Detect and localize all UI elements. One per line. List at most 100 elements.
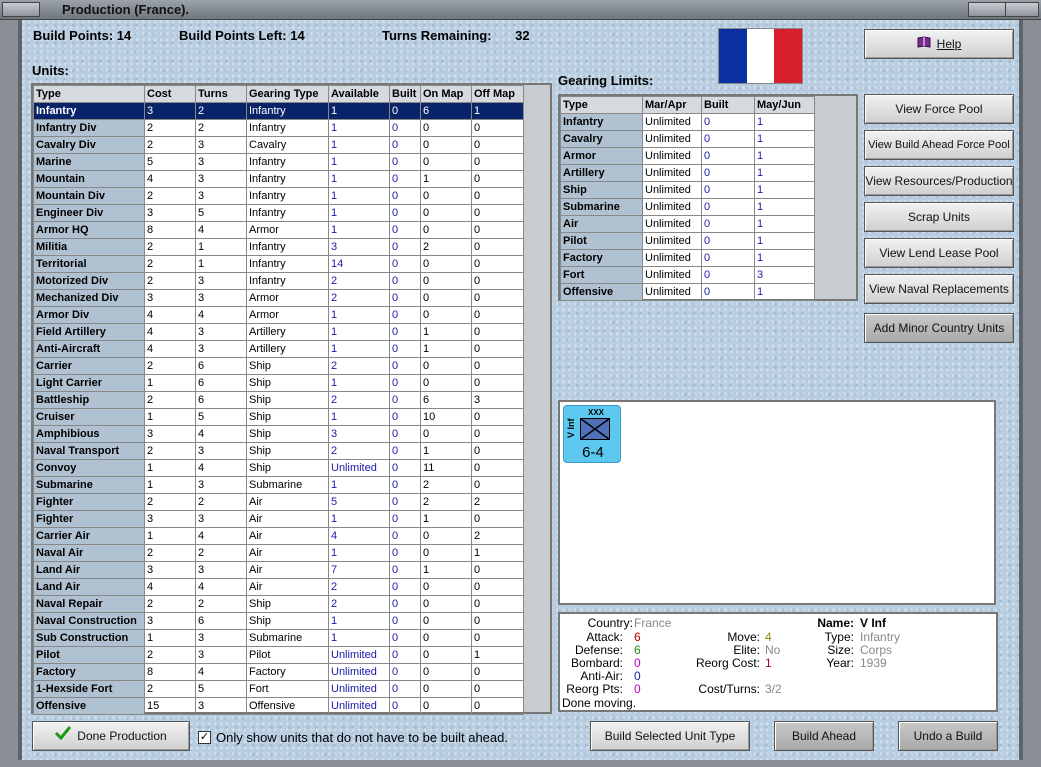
only-show-checkbox[interactable]: ✓ xyxy=(198,731,211,744)
undo-a-build-button[interactable]: Undo a Build xyxy=(898,721,998,751)
unit-row[interactable]: Factory 8 4 Factory Unlimited 0 0 0 xyxy=(33,663,524,681)
unit-cell: 0 xyxy=(389,306,421,324)
units-column-header[interactable]: Off Map xyxy=(471,85,524,103)
unit-cell: 2 xyxy=(144,238,196,256)
unit-row[interactable]: Naval Repair 2 2 Ship 2 0 0 0 xyxy=(33,595,524,613)
build-selected-unit-type-button[interactable]: Build Selected Unit Type xyxy=(590,721,750,751)
units-table-scrollbar[interactable] xyxy=(523,85,550,712)
unit-row[interactable]: Sub Construction 1 3 Submarine 1 0 0 0 xyxy=(33,629,524,647)
unit-row[interactable]: Cruiser 1 5 Ship 1 0 10 0 xyxy=(33,408,524,426)
units-column-header[interactable]: Available xyxy=(328,85,390,103)
unit-row[interactable]: Motorized Div 2 3 Infantry 2 0 0 0 xyxy=(33,272,524,290)
unit-cell: Infantry xyxy=(246,204,329,222)
unit-cell: 0 xyxy=(471,408,524,426)
minimize-button[interactable] xyxy=(968,2,1006,17)
gearing-cell: Pilot xyxy=(560,232,643,250)
unit-cell: 0 xyxy=(471,289,524,307)
unit-cell: 2 xyxy=(195,544,247,562)
unit-row[interactable]: Light Carrier 1 6 Ship 1 0 0 0 xyxy=(33,374,524,392)
unit-cell: 1 xyxy=(328,119,390,137)
unit-cell: 3 xyxy=(195,289,247,307)
view-force-pool-button[interactable]: View Force Pool xyxy=(864,94,1014,124)
unit-row[interactable]: Land Air 4 4 Air 2 0 0 0 xyxy=(33,578,524,596)
unit-row[interactable]: Anti-Aircraft 4 3 Artillery 1 0 1 0 xyxy=(33,340,524,358)
unit-row[interactable]: Territorial 2 1 Infantry 14 0 0 0 xyxy=(33,255,524,273)
units-column-header[interactable]: Built xyxy=(389,85,421,103)
unit-row[interactable]: Pilot 2 3 Pilot Unlimited 0 0 1 xyxy=(33,646,524,664)
unit-cell: Pilot xyxy=(246,646,329,664)
unit-row[interactable]: Amphibious 3 4 Ship 3 0 0 0 xyxy=(33,425,524,443)
unit-counter-values: 6-4 xyxy=(582,444,604,461)
unit-cell: Infantry xyxy=(246,255,329,273)
unit-row[interactable]: Armor HQ 8 4 Armor 1 0 0 0 xyxy=(33,221,524,239)
view-resources-production-button[interactable]: View Resources/Production xyxy=(864,166,1014,196)
unit-row[interactable]: Field Artillery 4 3 Artillery 1 0 1 0 xyxy=(33,323,524,341)
unit-row[interactable]: Engineer Div 3 5 Infantry 1 0 0 0 xyxy=(33,204,524,222)
unit-row[interactable]: Armor Div 4 4 Armor 1 0 0 0 xyxy=(33,306,524,324)
system-menu-button[interactable] xyxy=(2,2,40,17)
unit-cell: 10 xyxy=(420,408,472,426)
unit-row[interactable]: Naval Transport 2 3 Ship 2 0 1 0 xyxy=(33,442,524,460)
build-ahead-button[interactable]: Build Ahead xyxy=(774,721,874,751)
unit-cell: 1 xyxy=(144,527,196,545)
unit-row[interactable]: 1-Hexside Fort 2 5 Fort Unlimited 0 0 0 xyxy=(33,680,524,698)
unit-cell: 3 xyxy=(144,204,196,222)
unit-row[interactable]: Mechanized Div 3 3 Armor 2 0 0 0 xyxy=(33,289,524,307)
unit-row[interactable]: Carrier 2 6 Ship 2 0 0 0 xyxy=(33,357,524,375)
units-column-header[interactable]: Cost xyxy=(144,85,196,103)
unit-cell: Militia xyxy=(33,238,145,256)
add-minor-country-units-button[interactable]: Add Minor Country Units xyxy=(864,313,1014,343)
gearing-row: Pilot Unlimited 0 1 xyxy=(560,232,815,250)
unit-cell: Land Air xyxy=(33,578,145,596)
unit-row[interactable]: Fighter 2 2 Air 5 0 2 2 xyxy=(33,493,524,511)
type-label: Type: xyxy=(824,630,854,644)
unit-cell: 1 xyxy=(195,238,247,256)
gearing-cell: Armor xyxy=(560,147,643,165)
unit-row[interactable]: Land Air 3 3 Air 7 0 1 0 xyxy=(33,561,524,579)
unit-row[interactable]: Submarine 1 3 Submarine 1 0 2 0 xyxy=(33,476,524,494)
unit-cell: 1 xyxy=(328,204,390,222)
unit-counter[interactable]: XXX V Inf 6-4 xyxy=(563,405,621,463)
unit-row[interactable]: Infantry Div 2 2 Infantry 1 0 0 0 xyxy=(33,119,524,137)
gearing-column-header: Mar/Apr xyxy=(642,96,702,114)
unit-row[interactable]: Infantry 3 2 Infantry 1 0 6 1 xyxy=(33,102,524,120)
done-production-button[interactable]: Done Production xyxy=(32,721,190,751)
unit-cell: 1 xyxy=(328,187,390,205)
unit-cell: 3 xyxy=(195,442,247,460)
unit-row[interactable]: Mountain 4 3 Infantry 1 0 1 0 xyxy=(33,170,524,188)
unit-row[interactable]: Convoy 1 4 Ship Unlimited 0 11 0 xyxy=(33,459,524,477)
unit-row[interactable]: Militia 2 1 Infantry 3 0 2 0 xyxy=(33,238,524,256)
view-naval-replacements-button[interactable]: View Naval Replacements xyxy=(864,274,1014,304)
book-icon xyxy=(917,30,931,58)
gearing-cell: Air xyxy=(560,215,643,233)
unit-row[interactable]: Mountain Div 2 3 Infantry 1 0 0 0 xyxy=(33,187,524,205)
unit-row[interactable]: Battleship 2 6 Ship 2 0 6 3 xyxy=(33,391,524,409)
unit-row[interactable]: Marine 5 3 Infantry 1 0 0 0 xyxy=(33,153,524,171)
view-build-ahead-force-pool-button[interactable]: View Build Ahead Force Pool xyxy=(864,130,1014,160)
size-value: Corps xyxy=(860,643,893,657)
unit-row[interactable]: Naval Construction 3 6 Ship 1 0 0 0 xyxy=(33,612,524,630)
units-column-header[interactable]: On Map xyxy=(420,85,472,103)
unit-row[interactable]: Cavalry Div 2 3 Cavalry 1 0 0 0 xyxy=(33,136,524,154)
unit-row[interactable]: Naval Air 2 2 Air 1 0 0 1 xyxy=(33,544,524,562)
unit-cell: 0 xyxy=(471,595,524,613)
help-button[interactable]: Help xyxy=(864,29,1014,59)
unit-cell: 3 xyxy=(195,646,247,664)
unit-cell: 0 xyxy=(471,204,524,222)
unit-cell: Ship xyxy=(246,425,329,443)
units-column-header[interactable]: Turns xyxy=(195,85,247,103)
gearing-cell: 0 xyxy=(701,164,755,182)
unit-row[interactable]: Offensive 15 3 Offensive Unlimited 0 0 0 xyxy=(33,697,524,715)
unit-cell: 5 xyxy=(195,408,247,426)
unit-cell: Battleship xyxy=(33,391,145,409)
close-button[interactable] xyxy=(1005,2,1039,17)
scrap-units-button[interactable]: Scrap Units xyxy=(864,202,1014,232)
unit-cell: 1 xyxy=(328,221,390,239)
view-lend-lease-pool-button[interactable]: View Lend Lease Pool xyxy=(864,238,1014,268)
unit-cell: Ship xyxy=(246,442,329,460)
units-column-header[interactable]: Type xyxy=(33,85,145,103)
unit-row[interactable]: Fighter 3 3 Air 1 0 1 0 xyxy=(33,510,524,528)
unit-row[interactable]: Carrier Air 1 4 Air 4 0 0 2 xyxy=(33,527,524,545)
units-column-header[interactable]: Gearing Type xyxy=(246,85,329,103)
unit-cell: 2 xyxy=(144,391,196,409)
